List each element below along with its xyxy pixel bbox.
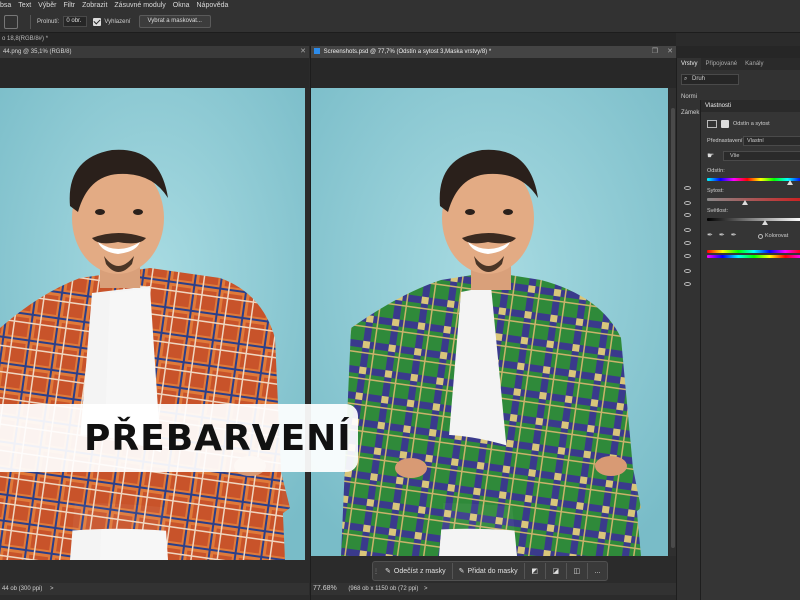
layer-mask-icon[interactable] <box>721 120 729 128</box>
right-document-title[interactable]: Screenshots.psd @ 77,7% (Odstín a sytost… <box>311 46 676 58</box>
hue-range-bar-top <box>707 250 800 253</box>
properties-title: Vlastnosti <box>701 100 800 112</box>
layers-panel-tabs: Vrstvy Připojované Kanály <box>677 58 800 70</box>
eyedropper-icons[interactable]: ✒✒✒ <box>707 231 743 239</box>
tool-preset-icon[interactable] <box>4 14 18 29</box>
man-green-shirt-image <box>311 88 668 556</box>
canvas-area <box>311 58 677 88</box>
document-tab-strip: o 18,8(RGB/8#) * <box>0 33 676 46</box>
visibility-eye-icon[interactable] <box>684 201 691 205</box>
colorize-checkbox[interactable] <box>758 234 763 239</box>
banner-text: PŘEBARVENÍ <box>84 417 352 459</box>
mask-fill-icon[interactable]: ◫ <box>567 563 588 579</box>
right-status-info: (968 ob x 1150 ob (72 ppi) <box>348 586 419 592</box>
panel-dock-header <box>676 46 800 58</box>
layer-filter-dropdown[interactable]: ⌕ Druh <box>681 74 739 85</box>
menu-item-text[interactable]: Text <box>18 2 31 9</box>
menu-item-select[interactable]: Výběr <box>38 2 56 9</box>
left-photo[interactable] <box>0 88 305 560</box>
lightness-slider-track[interactable] <box>707 218 800 221</box>
add-to-mask-label: Přidat do masky <box>467 567 518 575</box>
tab-layers[interactable]: Vrstvy <box>677 58 702 70</box>
close-icon[interactable]: ✕ <box>300 46 306 58</box>
colorize-label: Kolorovat <box>765 233 789 239</box>
right-status-zoom[interactable]: 77.68% <box>313 585 337 592</box>
tab-channels[interactable]: Kanály <box>741 58 767 70</box>
subtract-from-mask-label: Odečíst z masky <box>393 567 446 575</box>
menu-item-filter[interactable]: Filtr <box>63 2 75 9</box>
search-icon: ⌕ <box>684 76 688 82</box>
checkbox-checked-icon <box>93 17 102 26</box>
hand-target-icon[interactable]: ☛ <box>707 151 714 160</box>
tab-adjustments[interactable]: Připojované <box>701 58 741 70</box>
man-orange-shirt-image <box>0 88 305 560</box>
visibility-eye-icon[interactable] <box>684 269 691 273</box>
antialias-checkbox[interactable]: Vyhlazení <box>93 17 131 26</box>
antialias-label: Vyhlazení <box>104 18 131 25</box>
preset-dropdown[interactable]: Vlastní <box>743 136 800 146</box>
menu-item-file[interactable]: bsa <box>0 2 11 9</box>
left-document-title-text: 44.png @ 35,1% (RGB/8) <box>3 49 72 55</box>
visibility-eye-icon[interactable] <box>684 186 691 190</box>
lightness-label: Světlost: <box>707 208 729 214</box>
left-document-window: 44.png @ 35,1% (RGB/8) ✕ 44 ob (300 ppi)… <box>0 46 309 600</box>
contextual-task-bar: ⋮ ✎ Odečíst z masky ✎ Přidat do masky ◩ … <box>372 561 608 581</box>
visibility-eye-icon[interactable] <box>684 241 691 245</box>
tab-document[interactable]: o 18,8(RGB/8#) * <box>0 33 48 46</box>
visibility-eye-icon[interactable] <box>684 228 691 232</box>
menu-item-help[interactable]: Nápověda <box>197 2 229 9</box>
saturation-slider-knob[interactable] <box>741 200 748 205</box>
adjustment-type-label: Odstín a sytost <box>733 121 770 127</box>
restore-icon[interactable]: ❐ <box>652 46 658 58</box>
right-document-window: Screenshots.psd @ 77,7% (Odstín a sytost… <box>310 46 677 600</box>
adjustment-layer-icon <box>707 120 717 128</box>
add-to-mask-button[interactable]: ✎ Přidat do masky <box>453 563 525 579</box>
menu-item-plugins[interactable]: Zásuvné moduly <box>114 2 165 9</box>
subtract-from-mask-button[interactable]: ✎ Odečíst z masky <box>379 563 453 579</box>
lock-label: Zámek <box>681 110 700 116</box>
layer-filter-label: Druh <box>692 76 706 82</box>
status-arrow-icon[interactable]: > <box>50 586 54 592</box>
feather-input[interactable]: 0 obr. <box>63 16 88 27</box>
invert-mask-icon[interactable]: ◩ <box>525 563 546 579</box>
menu-bar: bsa Text Výběr Filtr Zobrazit Zásuvné mo… <box>0 0 800 11</box>
document-type-icon <box>314 48 320 55</box>
saturation-label: Sytost: <box>707 188 724 194</box>
blend-mode-label[interactable]: Normi <box>681 94 697 100</box>
right-status-bar: 77.68% (968 ob x 1150 ob (72 ppi) > <box>311 583 677 595</box>
saturation-slider-track[interactable] <box>707 198 800 201</box>
scrollbar-thumb[interactable] <box>671 108 675 548</box>
feather-label: Prolnutí: <box>37 18 60 25</box>
brush-minus-icon: ✎ <box>385 568 391 575</box>
channel-dropdown[interactable]: Vše <box>723 151 800 161</box>
properties-panel: Vlastnosti Odstín a sytost Přednastavení… <box>700 100 800 600</box>
title-banner: PŘEBARVENÍ <box>0 404 358 472</box>
left-document-title[interactable]: 44.png @ 35,1% (RGB/8) ✕ <box>0 46 309 58</box>
visibility-eye-icon[interactable] <box>684 213 691 217</box>
status-arrow-icon[interactable]: > <box>424 586 428 592</box>
select-and-mask-button[interactable]: Vybrat a maskovat... <box>138 15 211 28</box>
close-icon[interactable]: ✕ <box>667 46 673 58</box>
options-bar: Prolnutí: 0 obr. Vyhlazení Vybrat a mask… <box>0 11 800 33</box>
lightness-slider-knob[interactable] <box>762 220 769 225</box>
separator <box>30 14 31 29</box>
left-status-bar: 44 ob (300 ppi) > <box>0 583 309 595</box>
hue-range-bar-bottom <box>707 255 800 258</box>
left-status-zoom: 44 ob (300 ppi) <box>2 586 43 592</box>
visibility-eye-icon[interactable] <box>684 282 691 286</box>
hue-label: Odstín: <box>707 168 725 174</box>
visibility-eye-icon[interactable] <box>684 254 691 258</box>
right-photo[interactable] <box>311 88 668 556</box>
menu-item-view[interactable]: Zobrazit <box>82 2 107 9</box>
canvas-area <box>0 58 309 88</box>
brush-plus-icon: ✎ <box>458 568 465 575</box>
mask-settings-icon[interactable]: ◪ <box>546 563 567 579</box>
more-options-button[interactable]: ... <box>588 568 607 575</box>
right-document-title-text: Screenshots.psd @ 77,7% (Odstín a sytost… <box>323 49 492 55</box>
hue-slider-knob[interactable] <box>786 180 793 185</box>
menu-item-window[interactable]: Okna <box>173 2 190 9</box>
preset-label: Přednastavení: <box>707 138 744 144</box>
